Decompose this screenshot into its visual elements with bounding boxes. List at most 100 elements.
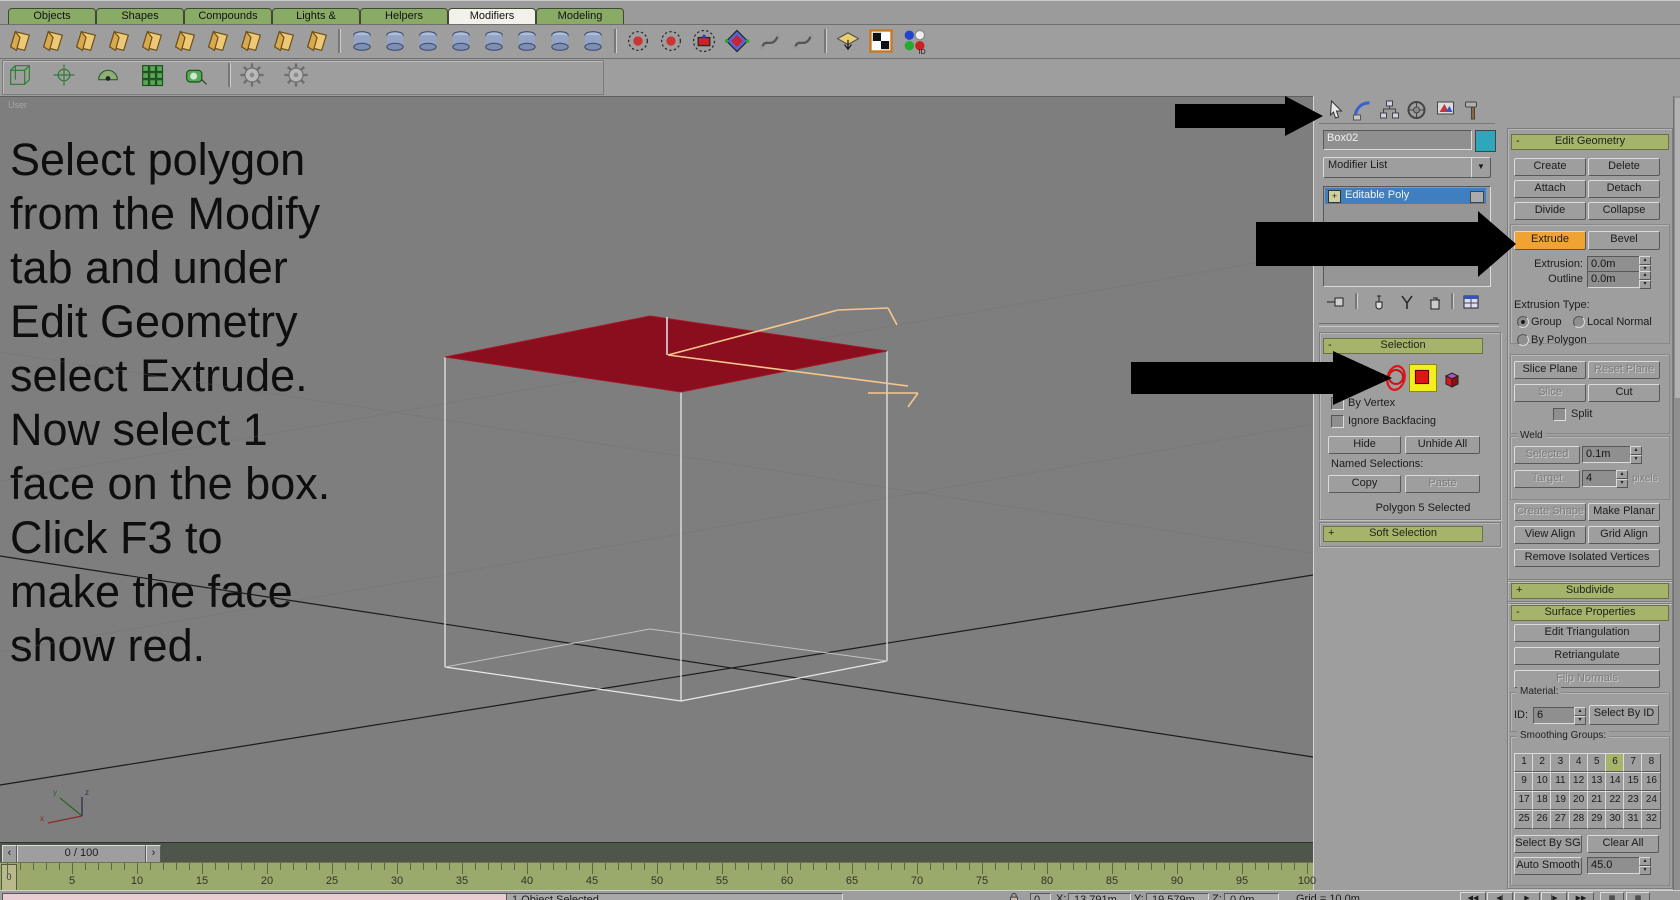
uvw-checker-icon[interactable] (867, 27, 895, 55)
surface-align-icon[interactable] (834, 27, 862, 55)
local-normal-radio[interactable] (1573, 316, 1585, 328)
smoothing-group-31[interactable]: 31 (1623, 810, 1643, 829)
vertex-subobject-icon[interactable] (1331, 366, 1353, 388)
polygon-subobject-active[interactable] (1409, 364, 1437, 392)
remove-isolated-vertices-button[interactable]: Remove Isolated Vertices (1514, 549, 1660, 567)
expand-icon[interactable]: + (1328, 190, 1341, 203)
edit-geometry-header[interactable]: -Edit Geometry (1511, 134, 1669, 150)
display-tab[interactable] (1434, 98, 1457, 122)
smoothing-group-12[interactable]: 12 (1569, 772, 1589, 791)
weld-target-spinner[interactable] (1616, 470, 1628, 486)
attach-button[interactable]: Attach (1514, 180, 1586, 198)
smoothing-group-25[interactable]: 25 (1514, 810, 1534, 829)
smoothing-group-11[interactable]: 11 (1550, 772, 1570, 791)
create-shape-button[interactable]: Create Shape (1514, 503, 1586, 521)
tab-compounds[interactable]: Compounds (184, 8, 272, 25)
track-bar[interactable]: 0 51015202530354045505560657075808590951… (0, 862, 1313, 891)
slice-button[interactable]: Slice (1514, 384, 1586, 402)
mirror-icon[interactable] (447, 27, 475, 55)
tab-helpers[interactable]: Helpers (360, 8, 448, 25)
xform-icon[interactable] (546, 27, 574, 55)
go-to-start-button[interactable]: ◀◀ (1460, 892, 1486, 900)
smoothing-group-27[interactable]: 27 (1550, 810, 1570, 829)
time-config-button[interactable]: ▦ (1626, 892, 1650, 900)
weld-threshold-spinner[interactable] (1630, 446, 1642, 462)
make-planar-button[interactable]: Make Planar (1588, 503, 1660, 521)
squeeze-icon[interactable] (171, 27, 199, 55)
cut-button[interactable]: Cut (1588, 384, 1660, 402)
viewport-label[interactable]: User (8, 100, 27, 110)
smoothing-group-5[interactable]: 5 (1587, 753, 1607, 772)
split-checkbox[interactable] (1553, 408, 1566, 421)
z-coordinate-field[interactable]: 0.0m (1224, 893, 1279, 900)
selection-rollout-header[interactable]: -Selection (1323, 338, 1483, 354)
time-slider-track[interactable]: ‹ 0 / 100 › (0, 842, 1313, 863)
object-name-field[interactable]: Box02 (1323, 130, 1472, 150)
play-button[interactable]: ▶ (1514, 892, 1540, 900)
time-slider[interactable]: 0 / 100 (17, 845, 146, 863)
lattice-icon[interactable] (723, 27, 751, 55)
sphere-modifier-icon[interactable] (480, 27, 508, 55)
frame-marker[interactable]: 0 (1, 864, 17, 891)
retriangulate-button[interactable]: Retriangulate (1514, 647, 1660, 665)
smoothing-group-13[interactable]: 13 (1587, 772, 1607, 791)
ffd-cage-icon[interactable] (657, 27, 685, 55)
object-color-swatch[interactable] (1475, 130, 1496, 152)
delete-button[interactable]: Delete (1588, 158, 1660, 176)
utilities-tab[interactable] (1462, 98, 1485, 122)
extrude-button[interactable]: Extrude (1514, 231, 1586, 250)
key-mode-button[interactable]: ▦ (1600, 892, 1624, 900)
extrude-modifier-icon[interactable] (348, 27, 376, 55)
next-frame-button[interactable]: |▶ (1541, 892, 1567, 900)
smoothing-group-15[interactable]: 15 (1623, 772, 1643, 791)
smoothing-group-4[interactable]: 4 (1569, 753, 1589, 772)
next-frame-arrow[interactable]: › (146, 845, 161, 863)
smoothing-group-22[interactable]: 22 (1605, 791, 1625, 810)
smoothing-group-8[interactable]: 8 (1641, 753, 1661, 772)
vertex-paint-icon[interactable] (579, 27, 607, 55)
smoothing-group-18[interactable]: 18 (1532, 791, 1552, 810)
gear-icon[interactable] (238, 61, 266, 89)
tab-objects[interactable]: Objects (8, 8, 96, 25)
twist-icon[interactable] (72, 27, 100, 55)
group-radio[interactable] (1517, 316, 1529, 328)
edge-subobject-icon[interactable] (1358, 366, 1380, 388)
tab-modeling[interactable]: Modeling (536, 8, 624, 25)
by-vertex-checkbox[interactable] (1331, 397, 1344, 410)
previous-frame-arrow[interactable]: ‹ (2, 845, 17, 863)
ffd-sphere-icon[interactable] (624, 27, 652, 55)
smoothing-group-23[interactable]: 23 (1623, 791, 1643, 810)
relax-icon[interactable] (237, 27, 265, 55)
weld-threshold-field[interactable]: 0.1m (1582, 446, 1633, 463)
wireframe-box-icon[interactable] (6, 61, 34, 89)
path-deform-icon[interactable] (789, 27, 817, 55)
protractor-icon[interactable] (94, 61, 122, 89)
smoothing-group-14[interactable]: 14 (1605, 772, 1625, 791)
selection-lock-icon[interactable] (1008, 892, 1020, 900)
material-id-spinner[interactable] (1574, 707, 1586, 723)
panel-scrollbar[interactable] (1673, 96, 1680, 890)
smoothing-group-7[interactable]: 7 (1623, 753, 1643, 772)
paste-button[interactable]: Paste (1405, 475, 1480, 493)
outline-spinner[interactable] (1639, 271, 1651, 287)
soft-selection-header[interactable]: +Soft Selection (1323, 526, 1483, 542)
divide-button[interactable]: Divide (1514, 202, 1586, 220)
element-subobject-icon[interactable] (1441, 368, 1463, 390)
smoothing-group-28[interactable]: 28 (1569, 810, 1589, 829)
select-by-sg-button[interactable]: Select By SG (1514, 835, 1582, 853)
clear-all-button[interactable]: Clear All (1587, 835, 1659, 853)
smoothing-group-29[interactable]: 29 (1587, 810, 1607, 829)
x-coordinate-field[interactable]: 13.791m (1068, 893, 1131, 900)
smoothing-group-3[interactable]: 3 (1550, 753, 1570, 772)
viewport[interactable]: User Select polygonfrom the Modifytab an… (0, 96, 1313, 843)
stretch-icon[interactable] (138, 27, 166, 55)
noise-modifier-icon[interactable] (414, 27, 442, 55)
y-coordinate-field[interactable]: 19.579m (1146, 893, 1209, 900)
wave-icon[interactable] (303, 27, 331, 55)
pin-stack-icon[interactable] (1325, 293, 1345, 311)
hierarchy-tab[interactable] (1378, 98, 1401, 122)
smoothing-group-6[interactable]: 6 (1605, 753, 1625, 772)
stack-item-editable-poly[interactable]: + Editable Poly (1325, 188, 1486, 204)
push-icon[interactable] (204, 27, 232, 55)
by-polygon-radio[interactable] (1517, 334, 1529, 346)
